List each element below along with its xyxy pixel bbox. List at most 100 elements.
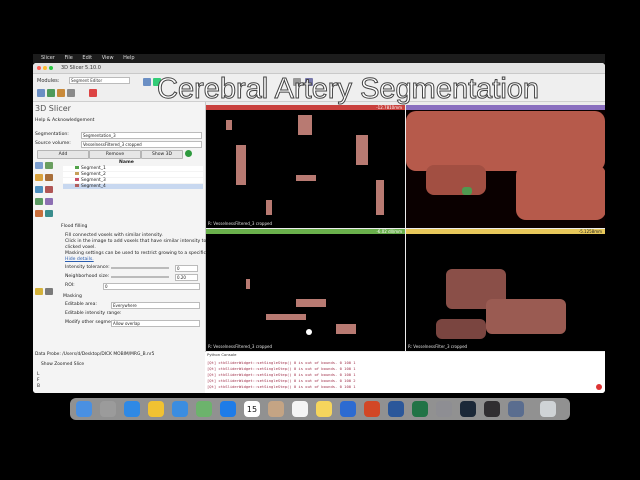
neighborhood-size-slider[interactable] bbox=[111, 276, 169, 278]
red-slice-view[interactable]: -12.7810mm R: VesselnessFiltered_3 cropp… bbox=[206, 105, 405, 228]
module-selector[interactable]: Segment Editor bbox=[69, 77, 130, 84]
window-title: 3D Slicer 5.10.0 bbox=[61, 65, 101, 71]
menubar-item[interactable]: Help bbox=[123, 55, 134, 61]
safari-icon[interactable] bbox=[124, 401, 140, 417]
menubar-item[interactable]: Edit bbox=[82, 55, 92, 61]
neighborhood-size-input[interactable]: 0.20 bbox=[175, 274, 198, 281]
editable-area-selector[interactable]: Everywhere bbox=[111, 302, 200, 309]
segment-name: Segment_4 bbox=[81, 184, 106, 189]
help-section[interactable]: Help & Acknowledgement bbox=[35, 118, 94, 123]
effect-flood-fill-icon[interactable] bbox=[35, 288, 43, 295]
add-icon[interactable] bbox=[185, 150, 192, 157]
macos-dock: 15 bbox=[70, 398, 570, 420]
masking-section[interactable]: Masking bbox=[63, 294, 82, 299]
notes-icon[interactable] bbox=[316, 401, 332, 417]
mac-menubar: Slicer File Edit View Help bbox=[33, 54, 605, 63]
effect-threshold-icon[interactable] bbox=[45, 198, 53, 205]
source-volume-selector[interactable]: VesselnessFiltered_3 cropped bbox=[81, 141, 202, 148]
system-settings-icon[interactable] bbox=[436, 401, 452, 417]
green-view-bar[interactable]: -6.02 dll/mm bbox=[206, 229, 405, 234]
menubar-item[interactable]: File bbox=[64, 55, 72, 61]
effect-margin-icon[interactable] bbox=[35, 210, 43, 217]
3d-slicer-icon[interactable] bbox=[508, 401, 524, 417]
hide-details-link[interactable]: Hide details. bbox=[65, 257, 94, 262]
console-line: [Qt] ctkSliderWidget::setSingleStep() 0 … bbox=[207, 366, 356, 371]
trash-icon[interactable] bbox=[540, 401, 556, 417]
show-zoomed-slice-checkbox[interactable]: Show Zoomed Slice bbox=[41, 362, 84, 367]
save-icon[interactable] bbox=[47, 89, 55, 97]
app-store-icon[interactable] bbox=[220, 401, 236, 417]
segment-row[interactable]: Segment_1 bbox=[63, 166, 203, 171]
data-probe-label[interactable]: Data Probe: /Users/d/Desktop/DICK MOBIM/… bbox=[35, 352, 154, 357]
editable-area-label: Editable area: bbox=[65, 302, 97, 307]
source-volume-label: Source volume: bbox=[35, 141, 71, 146]
effect-pointer-icon[interactable] bbox=[35, 162, 43, 169]
reminders-icon[interactable] bbox=[292, 401, 308, 417]
slicer-logo: 3D Slicer bbox=[35, 104, 71, 113]
module-panel: 3D Slicer Help & Acknowledgement Segment… bbox=[33, 102, 223, 352]
overlay-title: Cerebral Artery Segmentation bbox=[156, 73, 540, 106]
contacts-icon[interactable] bbox=[268, 401, 284, 417]
segment-row[interactable]: Segment_3 bbox=[63, 178, 203, 183]
modify-other-segments-selector[interactable]: Allow overlap bbox=[111, 320, 200, 327]
effect-description-line: Fill connected voxels with similar inten… bbox=[65, 233, 163, 238]
redo-icon[interactable] bbox=[67, 89, 75, 97]
obs-icon[interactable] bbox=[484, 401, 500, 417]
remove-segment-button[interactable]: Remove bbox=[89, 150, 141, 159]
segment-color-swatch bbox=[75, 184, 79, 187]
yellow-view-bar[interactable]: -5.1258mm bbox=[406, 229, 605, 234]
effect-paint-icon[interactable] bbox=[45, 162, 53, 169]
menubar-item[interactable]: Slicer bbox=[41, 55, 55, 61]
undo-icon[interactable] bbox=[57, 89, 65, 97]
segmentation-selector[interactable]: Segmentation_3 bbox=[81, 132, 202, 139]
console-line: [Qt] ctkSliderWidget::setSingleStep() 0 … bbox=[207, 384, 356, 389]
segmentation-label: Segmentation: bbox=[35, 132, 69, 137]
effect-draw-icon[interactable] bbox=[35, 174, 43, 181]
segment-row-selected[interactable]: Segment_4 bbox=[63, 184, 203, 189]
editable-intensity-range-label[interactable]: Editable intensity range: bbox=[65, 311, 121, 316]
steam-icon[interactable] bbox=[460, 401, 476, 417]
effect-level-tracing-icon[interactable] bbox=[35, 186, 43, 193]
yellow-view-label: R: VesselnessFilter_3 cropped bbox=[408, 344, 468, 349]
green-slice-view[interactable]: -6.02 dll/mm R: VesselnessFiltered_3 cro… bbox=[206, 229, 405, 351]
keynote-icon[interactable] bbox=[340, 401, 356, 417]
minimize-window-button[interactable] bbox=[43, 66, 47, 70]
effect-hollow-icon[interactable] bbox=[45, 210, 53, 217]
maps-icon[interactable] bbox=[196, 401, 212, 417]
photos-icon[interactable] bbox=[148, 401, 164, 417]
python-console[interactable]: Python Console [Qt] ctkSliderWidget::set… bbox=[205, 352, 605, 393]
load-data-icon[interactable] bbox=[37, 89, 45, 97]
zoom-window-button[interactable] bbox=[49, 66, 53, 70]
word-icon[interactable] bbox=[388, 401, 404, 417]
finder-icon[interactable] bbox=[76, 401, 92, 417]
error-icon[interactable] bbox=[596, 384, 602, 390]
intensity-tolerance-slider[interactable] bbox=[111, 267, 169, 269]
powerpoint-icon[interactable] bbox=[364, 401, 380, 417]
yellow-slice-view[interactable]: -5.1258mm R: VesselnessFilter_3 cropped bbox=[406, 229, 605, 351]
segment-color-swatch bbox=[75, 178, 79, 181]
roi-selector[interactable]: 0 bbox=[103, 283, 200, 290]
mail-icon[interactable] bbox=[172, 401, 188, 417]
close-window-button[interactable] bbox=[37, 66, 41, 70]
calendar-icon[interactable]: 15 bbox=[244, 401, 260, 417]
console-line: [Qt] ctkSliderWidget::setSingleStep() 0 … bbox=[207, 372, 356, 377]
segment-row[interactable]: Segment_2 bbox=[63, 172, 203, 177]
menubar-item[interactable]: View bbox=[102, 55, 114, 61]
segment-color-swatch bbox=[75, 172, 79, 175]
excel-icon[interactable] bbox=[412, 401, 428, 417]
3d-view[interactable] bbox=[406, 105, 605, 228]
effect-description-line: Click in the image to add voxels that ha… bbox=[65, 239, 216, 244]
effect-scissors-icon[interactable] bbox=[45, 288, 53, 295]
yellow-view-offset: -5.1258mm bbox=[578, 229, 602, 234]
launchpad-icon[interactable] bbox=[100, 401, 116, 417]
segments-table-header: Name bbox=[119, 160, 134, 165]
segment-name: Segment_1 bbox=[81, 166, 106, 171]
effect-grow-from-seeds-icon[interactable] bbox=[45, 186, 53, 193]
layout-icon[interactable] bbox=[89, 89, 97, 97]
intensity-tolerance-input[interactable]: 0 bbox=[175, 265, 198, 272]
add-segment-button[interactable]: Add bbox=[37, 150, 89, 159]
segment-editor-icon[interactable] bbox=[143, 78, 151, 86]
show-3d-button[interactable]: Show 3D bbox=[141, 150, 183, 159]
effect-erase-icon[interactable] bbox=[45, 174, 53, 181]
effect-fill-between-slices-icon[interactable] bbox=[35, 198, 43, 205]
